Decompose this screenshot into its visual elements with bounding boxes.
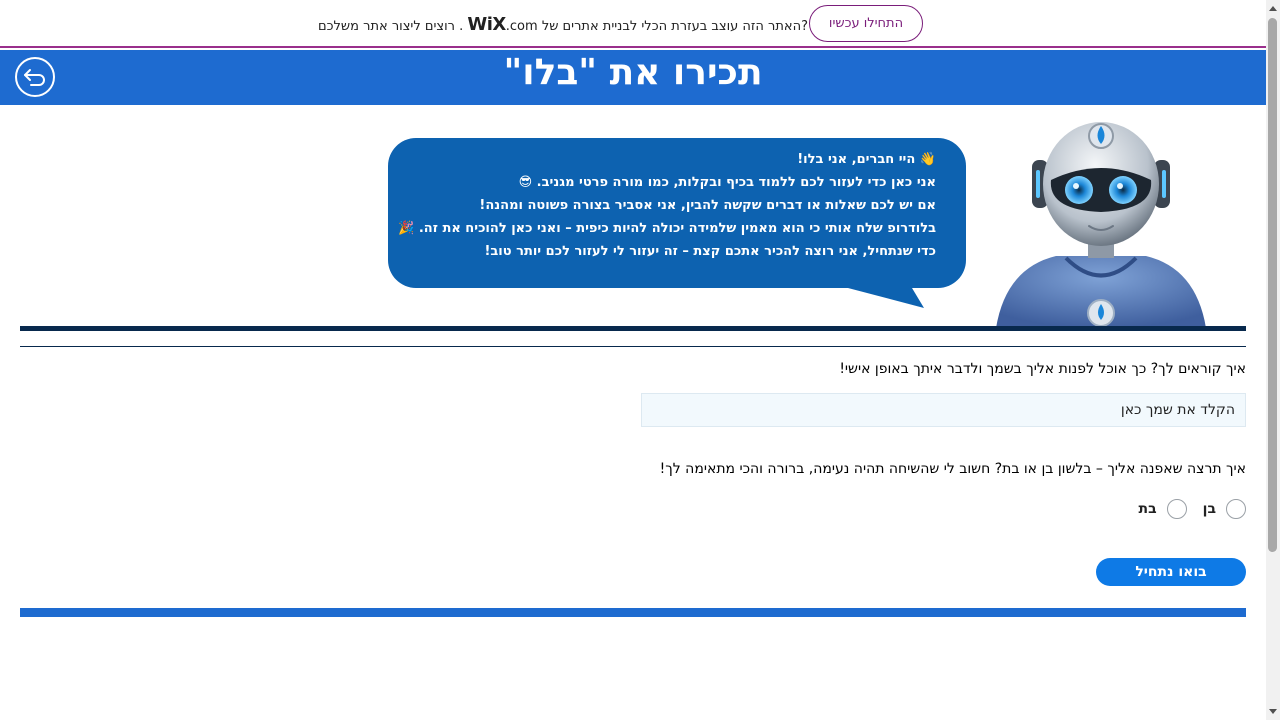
robot-mascot-image xyxy=(996,122,1206,328)
name-question-label: איך קוראים לך? כך אוכל לפנות אליך בשמך ו… xyxy=(839,361,1246,377)
gender-option-girl[interactable]: בת xyxy=(1139,499,1187,519)
gender-radio-group: בן בת xyxy=(1123,499,1246,519)
speech-bubble: 👋 היי חברים, אני בלו! אני כאן כדי לעזור … xyxy=(388,138,966,288)
name-input[interactable] xyxy=(641,393,1246,427)
back-arrow-icon xyxy=(24,69,45,86)
page-scrollbar[interactable] xyxy=(1266,0,1280,720)
wix-start-now-button[interactable]: התחילו עכשיו xyxy=(809,5,923,42)
gender-option-girl-label: בת xyxy=(1138,501,1157,517)
scroll-down-arrow-icon[interactable] xyxy=(1269,709,1277,714)
wix-logo[interactable]: WiX.com xyxy=(467,14,538,35)
back-button[interactable] xyxy=(15,57,55,97)
scroll-up-arrow-icon[interactable] xyxy=(1269,6,1277,11)
gender-option-boy[interactable]: בן xyxy=(1203,499,1246,519)
scrollbar-thumb[interactable] xyxy=(1268,18,1277,552)
wix-logo-mark: WiX xyxy=(467,14,506,35)
radio-button-boy[interactable] xyxy=(1226,499,1246,519)
radio-button-girl[interactable] xyxy=(1166,499,1187,519)
gender-option-boy-label: בן xyxy=(1202,501,1216,517)
section-divider-thick xyxy=(20,326,1246,331)
footer-bar xyxy=(20,608,1246,617)
page-title: תכירו את "בלו" xyxy=(503,52,763,93)
page-header: תכירו את "בלו" xyxy=(0,50,1266,105)
bubble-line-questions: אם יש לכם שאלות או דברים שקשה להבין, אני… xyxy=(479,198,936,213)
wix-banner-text-question: ?האתר הזה עוצב בעזרת הכלי לבניית אתרים ש… xyxy=(541,19,808,34)
section-divider-thin xyxy=(20,346,1246,347)
gender-question-label: איך תרצה שאפנה אליך – בלשון בן או בת? חש… xyxy=(659,461,1246,477)
bubble-line-greeting: 👋 היי חברים, אני בלו! xyxy=(797,152,936,167)
bubble-line-mission: בלודרופ שלח אותי כי הוא מאמין שלמידה יכו… xyxy=(398,221,936,236)
wix-banner-text-cta: . רוצים ליצור אתר משלכם xyxy=(318,19,464,34)
wix-logo-domain: .com xyxy=(505,19,538,34)
bubble-tail xyxy=(848,288,924,308)
bubble-line-getting-started: כדי שנתחיל, אני רוצה להכיר אתכם קצת – זה… xyxy=(484,244,936,259)
lets-start-button[interactable]: בואו נתחיל xyxy=(1096,558,1246,586)
bubble-line-intro: אני כאן כדי לעזור לכם ללמוד בכיף ובקלות,… xyxy=(518,175,936,190)
wix-banner: ?האתר הזה עוצב בעזרת הכלי לבניית אתרים ש… xyxy=(0,0,1266,48)
wix-banner-text: ?האתר הזה עוצב בעזרת הכלי לבניית אתרים ש… xyxy=(318,14,808,35)
